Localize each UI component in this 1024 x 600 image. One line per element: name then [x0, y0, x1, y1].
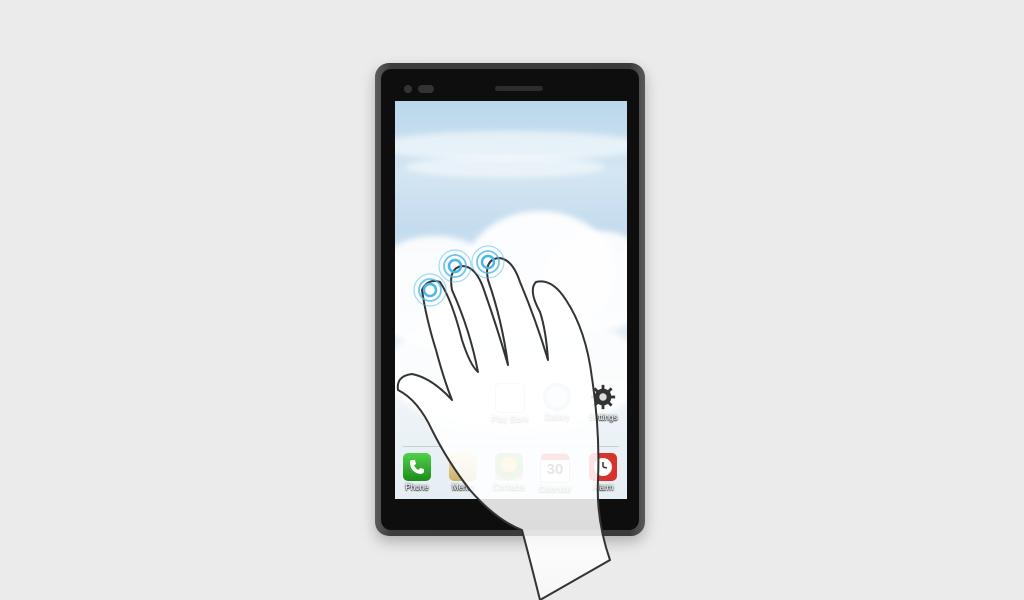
contacts-icon	[495, 453, 523, 481]
alarm-clock-icon	[589, 453, 617, 481]
app-label: Memo	[451, 483, 475, 492]
dock-memo[interactable]: Memo	[443, 453, 483, 492]
gallery-icon	[543, 383, 571, 411]
phone-screen[interactable]: Play Store Gallery Settings Phone Memo C…	[395, 101, 627, 499]
play-store-icon	[495, 383, 525, 413]
app-label: Calendar	[538, 485, 572, 494]
app-label: Play Store	[491, 415, 529, 424]
proximity-sensor	[418, 85, 434, 93]
app-label: Alarm	[592, 483, 614, 492]
app-settings[interactable]: Settings	[583, 383, 623, 422]
app-label: Contacts	[493, 483, 525, 492]
dock-calendar[interactable]: 30 Calendar	[535, 453, 575, 494]
calendar-icon: 30	[540, 453, 570, 483]
dock-divider	[403, 446, 619, 447]
memo-icon	[449, 453, 477, 481]
app-label: Phone	[405, 483, 429, 492]
settings-gear-icon	[589, 383, 617, 411]
dock-contacts[interactable]: Contacts	[489, 453, 529, 492]
alarm-face	[594, 458, 612, 476]
wallpaper-cloud	[405, 156, 605, 178]
app-play-store[interactable]: Play Store	[490, 383, 530, 424]
earpiece-speaker	[495, 86, 543, 91]
front-camera	[404, 85, 412, 93]
app-gallery[interactable]: Gallery	[537, 383, 577, 422]
calendar-date: 30	[546, 461, 564, 478]
phone-icon	[403, 453, 431, 481]
app-label: Gallery	[544, 413, 570, 422]
dock-alarm[interactable]: Alarm	[583, 453, 623, 492]
app-label: Settings	[588, 413, 618, 422]
dock-phone[interactable]: Phone	[397, 453, 437, 492]
